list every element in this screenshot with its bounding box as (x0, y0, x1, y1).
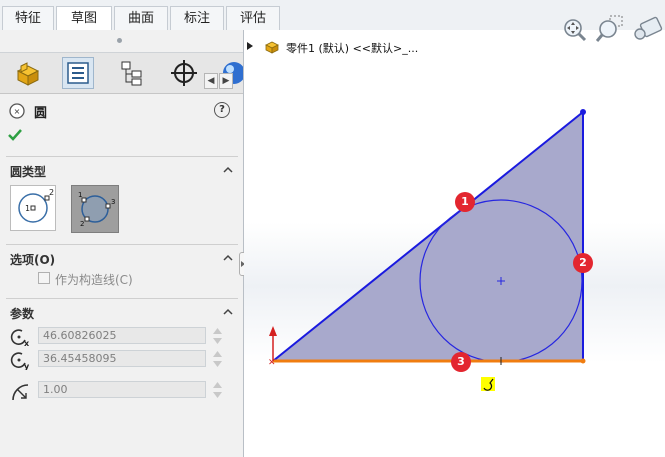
radius-input[interactable]: 1.00 (38, 381, 206, 398)
parameters-section-header[interactable]: 参数 (0, 303, 243, 323)
manager-icon-bar: ◀ ▶ (0, 52, 243, 94)
property-manager-panel: ◀ ▶ × 圆 ? 圆类型 1 2 1 3 2 选项(O) 作为构造线(C) 参… (0, 30, 247, 457)
configuration-manager-tab-icon[interactable] (116, 57, 148, 89)
tab-sketch[interactable]: 草图 (56, 6, 112, 31)
dimxpert-manager-tab-icon[interactable] (168, 57, 200, 89)
options-section-header[interactable]: 选项(O) (0, 249, 243, 269)
origin-marker-icon: ✕ (268, 358, 276, 368)
section-divider (6, 244, 238, 245)
construction-geometry-checkbox[interactable] (38, 272, 50, 284)
scroll-right-button[interactable]: ▶ (219, 73, 233, 89)
construction-geometry-label: 作为构造线(C) (55, 273, 133, 287)
radius-icon (12, 384, 29, 401)
circle-command-icon: × (9, 103, 25, 119)
svg-text:x: x (24, 339, 30, 347)
svg-text:y: y (24, 362, 30, 370)
center-radius-circle-button[interactable]: 1 2 (10, 185, 56, 231)
center-radius-circle-icon: 1 2 (18, 188, 54, 223)
options-title: 选项(O) (10, 253, 56, 267)
svg-text:2: 2 (49, 188, 54, 197)
perimeter-circle-icon: 1 3 2 (78, 191, 115, 228)
center-y-spinner[interactable] (212, 350, 223, 368)
panel-grip-handle[interactable] (117, 38, 122, 43)
svg-text:1: 1 (25, 204, 30, 213)
selection-marker-2: 2 (573, 253, 593, 273)
svg-text:×: × (14, 107, 21, 116)
perimeter-circle-button[interactable]: 1 3 2 (71, 185, 119, 233)
center-x-spinner[interactable] (212, 327, 223, 345)
selection-marker-1: 1 (455, 192, 475, 212)
sketch-endpoint[interactable] (580, 109, 586, 115)
circle-type-section-header[interactable]: 圆类型 (0, 161, 243, 181)
center-y-input[interactable]: 36.45458095 (38, 350, 206, 367)
tab-features[interactable]: 特征 (2, 6, 54, 30)
parameters-title: 参数 (10, 307, 35, 321)
help-button[interactable]: ? (214, 102, 230, 118)
sketch-canvas[interactable]: ✕ (244, 30, 665, 457)
command-title: 圆 (34, 106, 48, 121)
tab-evaluate[interactable]: 评估 (226, 6, 280, 30)
command-header: × 圆 ? (8, 102, 238, 121)
svg-text:2: 2 (80, 220, 84, 228)
feature-manager-tab-icon[interactable] (12, 57, 44, 89)
center-x-icon: x (10, 329, 30, 347)
circle-type-title: 圆类型 (10, 165, 47, 179)
radius-spinner[interactable] (212, 381, 223, 399)
tab-surfaces[interactable]: 曲面 (114, 6, 168, 30)
chevron-up-icon[interactable] (223, 165, 233, 175)
svg-text:1: 1 (78, 191, 82, 199)
sketch-endpoint[interactable] (580, 358, 586, 364)
scroll-left-button[interactable]: ◀ (204, 73, 218, 89)
selection-marker-3: 3 (451, 352, 471, 372)
ok-checkmark-button[interactable] (7, 128, 23, 142)
center-y-icon: y (10, 352, 30, 370)
center-x-input[interactable]: 46.60826025 (38, 327, 206, 344)
section-divider (6, 156, 238, 157)
chevron-up-icon[interactable] (223, 253, 233, 263)
property-manager-tab-icon[interactable] (62, 57, 94, 89)
svg-text:3: 3 (111, 198, 115, 206)
section-divider (6, 298, 238, 299)
origin-arrow-icon (269, 326, 277, 336)
tab-dimensions[interactable]: 标注 (170, 6, 224, 30)
chevron-up-icon[interactable] (223, 307, 233, 317)
